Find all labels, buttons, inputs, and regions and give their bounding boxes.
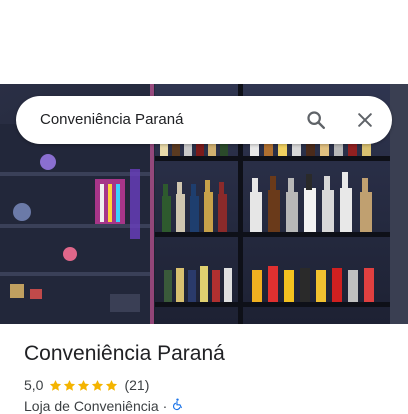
rating-value: 5,0 [24,377,44,393]
category-row: Loja de Conveniência · [24,397,184,414]
star-icon [92,379,104,391]
star-rating [49,379,119,392]
star-icon [64,379,76,391]
place-category: Loja de Conveniência [24,397,159,414]
review-count[interactable]: (21) [124,377,149,393]
separator-dot: · [162,397,168,414]
search-query-text[interactable]: Conveniência Paraná [40,96,183,144]
star-icon [78,379,90,391]
place-title[interactable]: Conveniência Paraná [24,342,225,366]
top-blank-area [0,0,408,84]
search-bar[interactable]: Conveniência Paraná [16,96,392,144]
rating-row[interactable]: 5,0 (21) [24,376,149,394]
wheelchair-icon [171,397,184,414]
place-info-panel: Conveniência Paraná 5,0 (21) Loja de Con… [0,324,408,414]
star-icon [106,379,118,391]
star-icon [50,379,62,391]
close-icon[interactable] [349,104,381,136]
search-icon[interactable] [300,104,332,136]
